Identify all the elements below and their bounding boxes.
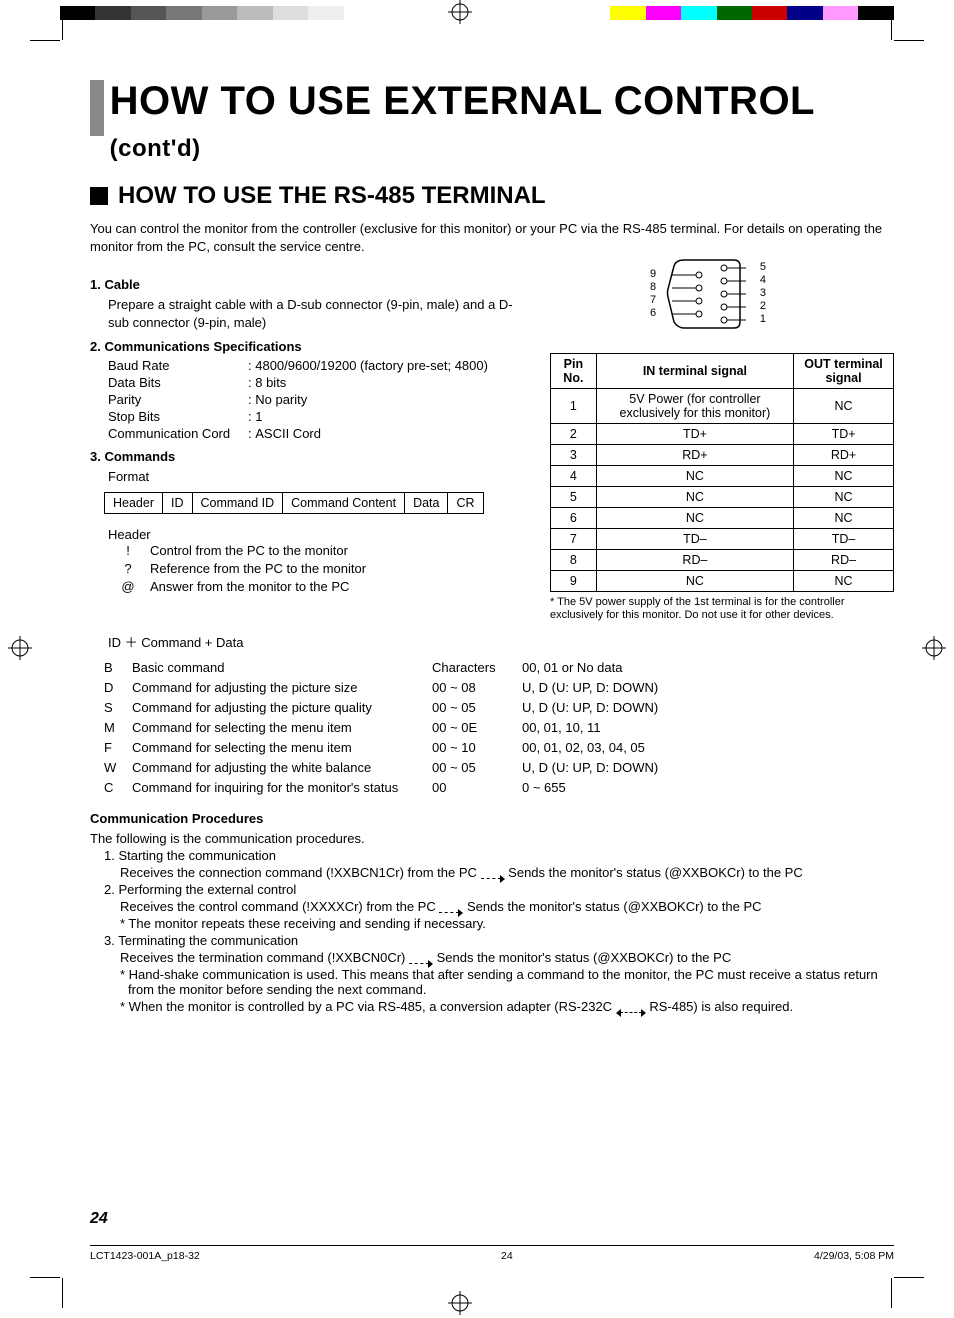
pin-note: * The 5V power supply of the 1st termina…	[550, 596, 894, 622]
registration-mark-icon	[922, 636, 946, 663]
header-label: Header	[108, 526, 520, 544]
page-title: HOW TO USE EXTERNAL CONTROL (cont'd)	[90, 80, 894, 164]
section-heading: HOW TO USE THE RS-485 TERMINAL	[90, 182, 894, 210]
footer-text: LCT1423-001A_p18-32 24 4/29/03, 5:08 PM	[90, 1250, 894, 1262]
intro-text: You can control the monitor from the con…	[90, 220, 894, 255]
footer-rule	[90, 1245, 894, 1246]
command-table: BBasic commandCharacters00, 01 or No dat…	[104, 660, 894, 795]
comm-spec-list: Baud Rate4800/9600/19200 (factory pre-se…	[108, 358, 520, 441]
registration-mark-icon	[448, 0, 472, 27]
header-symbol-row: ?Reference from the PC to the monitor	[120, 561, 520, 576]
page-number: 24	[90, 1210, 108, 1228]
id-command-label: ID ＋ Command + Data	[108, 634, 894, 652]
commands-heading: 3. Commands	[90, 449, 520, 464]
comm-spec-heading: 2. Communications Specifications	[90, 339, 520, 354]
pin-table: Pin No. IN terminal signal OUT terminal …	[550, 353, 894, 592]
registration-mark-icon	[448, 1291, 472, 1318]
format-label: Format	[108, 468, 520, 486]
registration-mark-icon	[8, 636, 32, 663]
format-table: Header ID Command ID Command Content Dat…	[104, 492, 484, 514]
header-symbol-row: @Answer from the monitor to the PC	[120, 579, 520, 594]
header-symbol-row: !Control from the PC to the monitor	[120, 543, 520, 558]
print-color-bar	[60, 6, 894, 20]
cable-heading: 1. Cable	[90, 277, 520, 292]
cable-body: Prepare a straight cable with a D-sub co…	[108, 296, 520, 331]
dsub-connector-diagram: 9 8 7 6 5 4 3 2 1	[664, 258, 754, 330]
communication-procedures: Communication Procedures The following i…	[90, 811, 894, 1014]
